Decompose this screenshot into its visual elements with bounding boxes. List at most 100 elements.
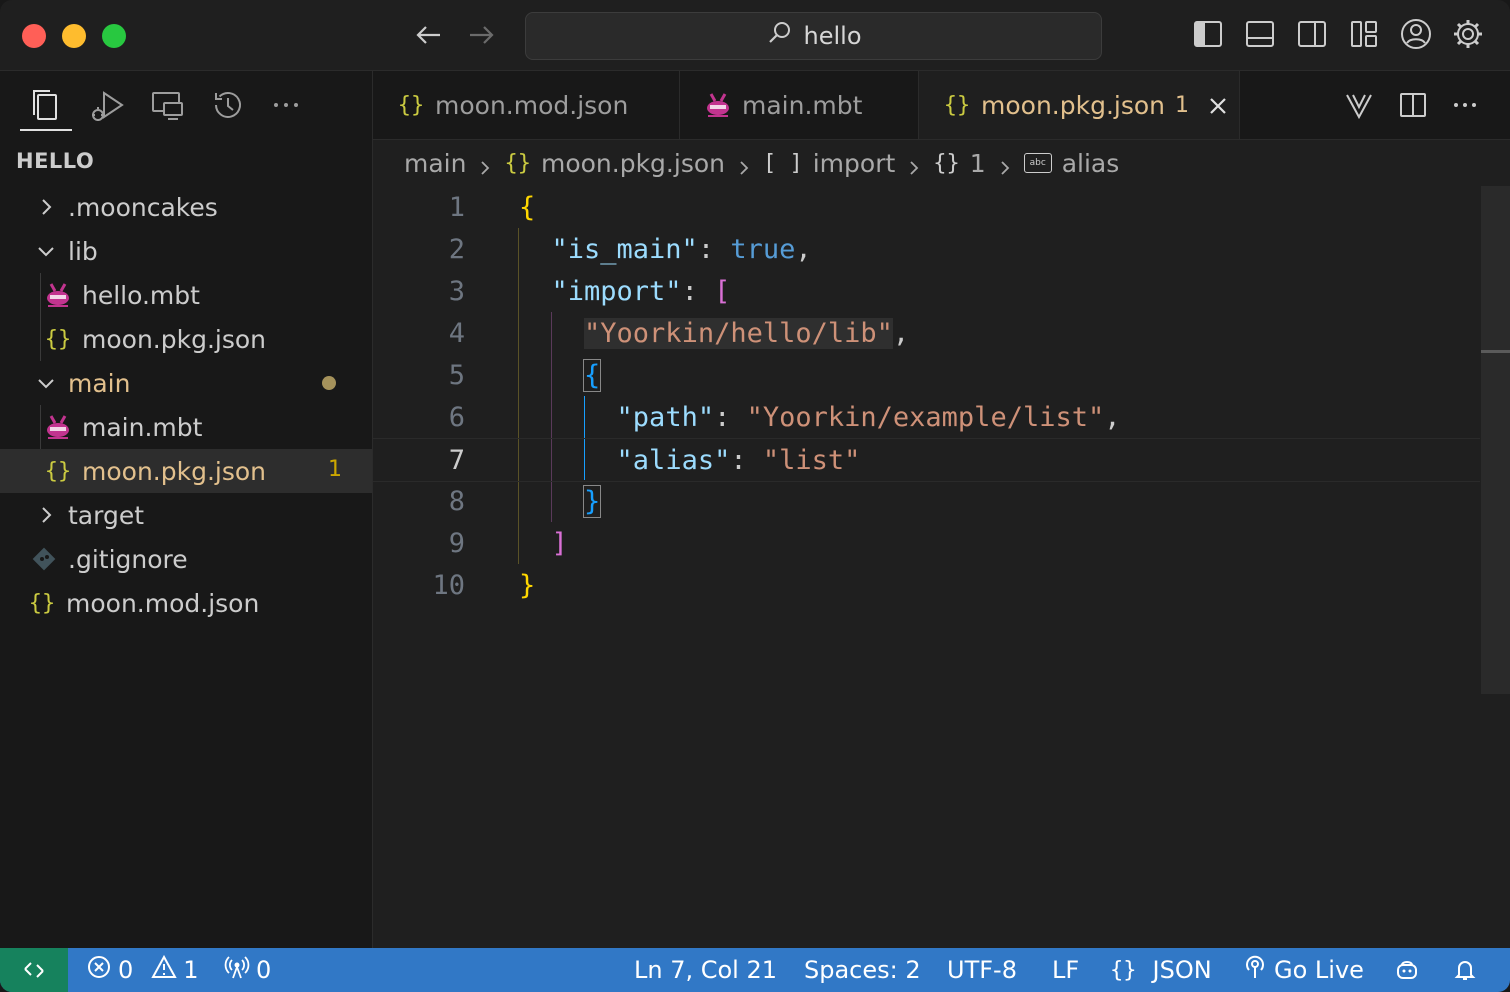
chevron-right-icon	[996, 154, 1014, 175]
scrollbar-cursor-marker	[1481, 350, 1510, 353]
moonbit-rabbit-icon	[44, 281, 72, 309]
problems-status[interactable]: 0 1	[86, 948, 199, 992]
tree-file-gitignore[interactable]: .gitignore	[0, 537, 372, 581]
problem-count-badge: 1	[328, 457, 342, 482]
json-braces-icon: {}	[504, 150, 531, 176]
timeline-history-icon[interactable]	[208, 85, 248, 125]
compare-changes-icon[interactable]	[1341, 87, 1377, 123]
active-view-indicator	[20, 129, 72, 131]
chevron-right-icon	[34, 503, 58, 527]
json-braces-icon: {}	[44, 326, 72, 352]
vscode-window: hello HELLO .mooncakes lib hello.mbt {} …	[0, 0, 1510, 992]
split-editor-icon[interactable]	[1395, 87, 1431, 123]
moonbit-rabbit-icon	[704, 91, 732, 119]
code-line: 10 }	[432, 569, 536, 601]
code-line: 6 "path": "Yoorkin/example/list",	[448, 401, 1121, 433]
breadcrumb-item[interactable]: import	[813, 149, 896, 178]
breadcrumb-item[interactable]: alias	[1062, 149, 1120, 178]
breadcrumb-item[interactable]: main	[404, 149, 466, 178]
tree-file-main-moon-pkg-json[interactable]: {} moon.pkg.json 1	[0, 449, 372, 493]
code-editor[interactable]: 1 { 2 "is_main": true, 3 "import": [ 4 "…	[373, 186, 1480, 946]
explorer-sidebar: HELLO .mooncakes lib hello.mbt {} moon.p…	[0, 71, 373, 948]
json-braces-icon: {}	[44, 458, 72, 484]
json-braces-icon: {}	[1110, 957, 1137, 983]
tree-file-hello-mbt[interactable]: hello.mbt	[0, 273, 372, 317]
string-abc-icon: abc	[1023, 153, 1052, 173]
tree-file-main-mbt[interactable]: main.mbt	[0, 405, 372, 449]
moonbit-rabbit-icon	[44, 413, 72, 441]
toggle-panel-icon[interactable]	[1242, 16, 1278, 52]
forward-arrow-icon[interactable]	[464, 18, 498, 52]
code-line: 8 }	[448, 484, 602, 518]
eol-status[interactable]: LF	[1052, 948, 1079, 992]
editor-tabs: {} moon.mod.json main.mbt {} moon.pkg.js…	[373, 71, 1510, 140]
editor-scrollbar[interactable]	[1481, 186, 1510, 694]
chevron-right-icon	[905, 154, 923, 175]
code-line: 1 {	[448, 191, 536, 223]
toggle-secondary-sidebar-icon[interactable]	[1294, 16, 1330, 52]
breadcrumb-item[interactable]: moon.pkg.json	[541, 149, 725, 178]
broadcast-icon	[1242, 954, 1268, 986]
command-center-search[interactable]: hello	[525, 12, 1102, 60]
chevron-right-icon	[34, 195, 58, 219]
json-braces-icon: {}	[28, 590, 56, 616]
tree-folder-lib[interactable]: lib	[0, 229, 372, 273]
customize-layout-icon[interactable]	[1346, 16, 1382, 52]
tree-folder-mooncakes[interactable]: .mooncakes	[0, 185, 372, 229]
tab-main-mbt[interactable]: main.mbt	[680, 71, 919, 139]
tree-file-moon-mod-json[interactable]: {} moon.mod.json	[0, 581, 372, 625]
object-braces-icon: {}	[933, 150, 960, 176]
code-line-current: 7 "alias": "list"	[373, 438, 1480, 482]
code-line: 9 ]	[448, 527, 568, 559]
activity-bar	[0, 71, 372, 141]
tree-folder-main[interactable]: main	[0, 361, 372, 405]
maximize-window-button[interactable]	[102, 24, 126, 48]
toggle-primary-sidebar-icon[interactable]	[1190, 16, 1226, 52]
array-brackets-icon: [ ]	[762, 150, 803, 176]
command-center-text: hello	[803, 22, 862, 50]
breadcrumb: main {} moon.pkg.json [ ] import {} 1 ab…	[404, 140, 1119, 186]
chevron-right-icon	[735, 154, 753, 175]
cursor-position-status[interactable]: Ln 7, Col 21	[634, 948, 777, 992]
more-actions-icon[interactable]	[1447, 87, 1483, 123]
code-line: 3 "import": [	[448, 275, 731, 307]
tree-folder-target[interactable]: target	[0, 493, 372, 537]
breadcrumb-item[interactable]: 1	[970, 149, 986, 178]
tab-moon-mod-json[interactable]: {} moon.mod.json	[373, 71, 680, 139]
indentation-status[interactable]: Spaces: 2	[804, 948, 921, 992]
go-live-status[interactable]: Go Live	[1242, 948, 1364, 992]
copilot-icon[interactable]	[1394, 948, 1420, 992]
search-icon	[766, 19, 794, 53]
json-braces-icon: {}	[397, 92, 425, 118]
git-diamond-icon	[30, 545, 58, 573]
back-arrow-icon[interactable]	[412, 18, 446, 52]
explorer-files-icon[interactable]	[26, 85, 66, 125]
code-line: 5 {	[448, 358, 602, 392]
remote-explorer-icon[interactable]	[148, 85, 188, 125]
language-mode-status[interactable]: {} JSON	[1110, 948, 1212, 992]
folder-modified-dot	[322, 376, 336, 390]
close-icon[interactable]	[1207, 94, 1229, 116]
json-braces-icon: {}	[943, 92, 971, 118]
notifications-bell-icon[interactable]	[1452, 948, 1478, 992]
chevron-down-icon	[34, 239, 58, 263]
account-icon[interactable]	[1398, 16, 1434, 52]
warning-triangle-icon	[151, 954, 177, 986]
chevron-right-icon	[476, 154, 494, 175]
tree-file-lib-moon-pkg-json[interactable]: {} moon.pkg.json	[0, 317, 372, 361]
explorer-workspace-title: HELLO	[16, 149, 95, 173]
more-actions-icon[interactable]	[266, 85, 306, 125]
minimize-window-button[interactable]	[62, 24, 86, 48]
code-line: 2 "is_main": true,	[448, 233, 812, 265]
title-bar: hello	[0, 0, 1510, 71]
broadcast-antenna-icon	[224, 954, 250, 986]
status-bar: 0 1 0 Ln 7, Col 21 Spaces: 2 UTF-8 LF {}…	[0, 948, 1510, 992]
run-debug-icon[interactable]	[88, 85, 128, 125]
encoding-status[interactable]: UTF-8	[947, 948, 1017, 992]
gear-icon[interactable]	[1450, 16, 1486, 52]
tab-moon-pkg-json[interactable]: {} moon.pkg.json 1	[919, 71, 1240, 139]
remote-indicator-icon[interactable]	[0, 948, 68, 992]
error-circle-icon	[86, 954, 112, 986]
close-window-button[interactable]	[22, 24, 46, 48]
ports-status[interactable]: 0	[224, 948, 271, 992]
